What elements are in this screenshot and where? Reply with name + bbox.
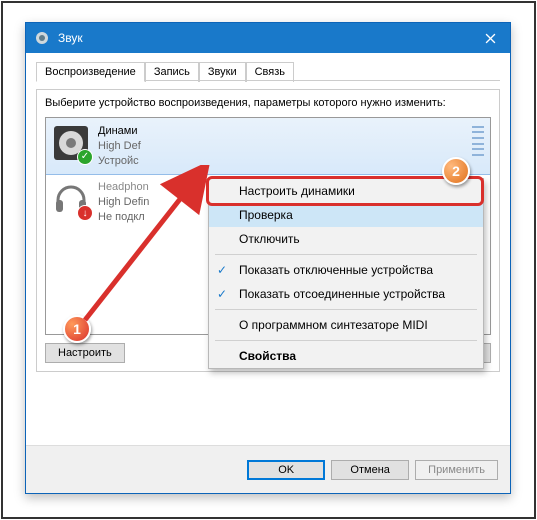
sound-icon — [34, 30, 50, 46]
device-name: Динами — [98, 124, 141, 139]
dialog-buttons: OK Отмена Применить — [26, 445, 510, 493]
status-ok-icon: ✓ — [77, 149, 93, 165]
titlebar[interactable]: Звук — [26, 23, 510, 53]
tabstrip: Воспроизведение Запись Звуки Связь — [26, 53, 510, 81]
apply-button[interactable]: Применить — [415, 460, 498, 480]
context-menu: Настроить динамики Проверка Отключить ✓П… — [208, 178, 484, 369]
status-err-icon: ↓ — [77, 205, 93, 221]
menu-show-disconnected[interactable]: ✓Показать отсоединенные устройства — [209, 282, 483, 306]
check-icon: ✓ — [217, 287, 227, 301]
check-icon: ✓ — [217, 263, 227, 277]
menu-test[interactable]: Проверка — [209, 203, 483, 227]
device-sub2: Не подкл — [98, 210, 149, 225]
ok-button[interactable]: OK — [247, 460, 325, 480]
menu-disable[interactable]: Отключить — [209, 227, 483, 251]
menu-properties[interactable]: Свойства — [209, 344, 483, 368]
menu-show-disabled[interactable]: ✓Показать отключенные устройства — [209, 258, 483, 282]
window-title: Звук — [58, 31, 470, 45]
speaker-icon: ✓ — [52, 124, 90, 162]
close-button[interactable] — [470, 23, 510, 53]
device-name: Headphon — [98, 180, 149, 195]
group-caption: Выберите устройство воспроизведения, пар… — [45, 96, 491, 111]
tab-playback[interactable]: Воспроизведение — [36, 62, 145, 82]
menu-about-midi[interactable]: О программном синтезаторе MIDI — [209, 313, 483, 337]
tab-sounds[interactable]: Звуки — [199, 62, 246, 82]
device-sub1: High Defin — [98, 195, 149, 210]
device-sub2: Устройс — [98, 154, 141, 169]
device-sub1: High Def — [98, 139, 141, 154]
device-speakers[interactable]: ✓ Динами High Def Устройс — [45, 117, 491, 176]
callout-1: 1 — [63, 315, 91, 343]
highlight-box — [206, 176, 484, 206]
tab-record[interactable]: Запись — [145, 62, 199, 82]
headphones-icon: ↓ — [52, 180, 90, 218]
cancel-button[interactable]: Отмена — [331, 460, 409, 480]
tab-communication[interactable]: Связь — [246, 62, 294, 82]
close-icon — [485, 33, 496, 44]
level-meter — [472, 126, 484, 156]
callout-2: 2 — [442, 157, 470, 185]
configure-button[interactable]: Настроить — [45, 343, 125, 363]
